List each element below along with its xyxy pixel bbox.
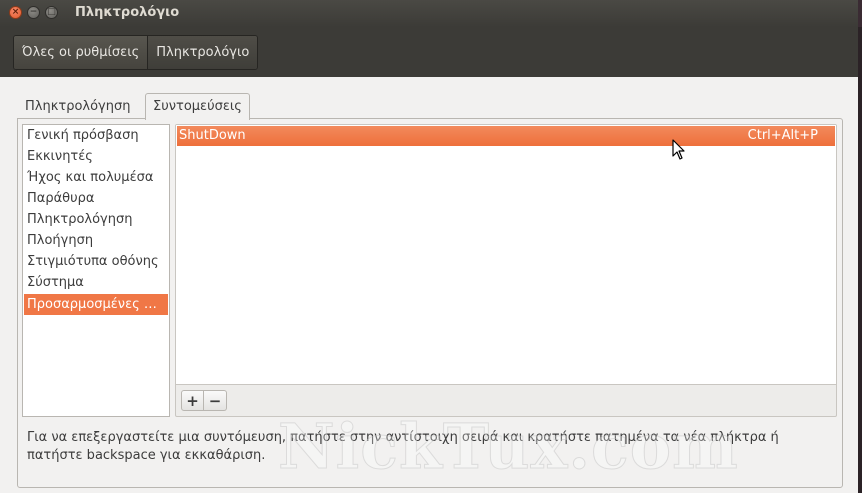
maximize-window-button[interactable]: □ [45,6,58,19]
settings-window: × − □ Πληκτρολόγιο Όλες οι ρυθμίσεις Πλη… [0,0,858,493]
title-bar: × − □ Πληκτρολόγιο [0,0,858,27]
category-item[interactable]: Σύστημα [23,272,169,293]
toolbar: Όλες οι ρυθμίσεις Πληκτρολόγιο [0,27,858,77]
shortcut-list: ShutDown Ctrl+Alt+P [176,125,836,385]
tab-shortcuts[interactable]: Συντομεύσεις [145,93,250,120]
maximize-icon: □ [47,7,56,17]
desktop-edge [858,27,862,493]
close-icon: × [11,7,20,17]
minimize-window-button[interactable]: − [27,6,40,19]
plus-icon: + [186,392,199,410]
breadcrumb-keyboard[interactable]: Πληκτρολόγιο [147,36,258,69]
category-item[interactable]: Πλοήγηση [23,230,169,251]
breadcrumb: Όλες οι ρυθμίσεις Πληκτρολόγιο [13,35,259,70]
category-item[interactable]: Παράθυρα [23,188,169,209]
tab-typing[interactable]: Πληκτρολόγηση [18,96,137,118]
minus-icon: − [208,392,222,410]
window-title: Πληκτρολόγιο [75,5,180,20]
breadcrumb-all-settings[interactable]: Όλες οι ρυθμίσεις [14,36,148,69]
category-item-custom[interactable]: Προσαρμοσμένες … [24,294,168,315]
add-shortcut-button[interactable]: + [181,390,204,411]
help-text: Για να επεξεργαστείτε μια συντόμευση, πα… [27,430,779,463]
shortcut-row[interactable]: ShutDown Ctrl+Alt+P [177,126,835,146]
remove-shortcut-button[interactable]: − [204,390,227,411]
category-item[interactable]: Γενική πρόσβαση [23,125,169,146]
shortcut-accelerator[interactable]: Ctrl+Alt+P [748,126,818,146]
close-window-button[interactable]: × [9,6,22,19]
mouse-pointer-icon [672,139,685,160]
shortcut-name: ShutDown [179,128,246,143]
shortcuts-panel: ShutDown Ctrl+Alt+P + − [175,124,837,417]
category-item[interactable]: Ήχος και πολυμέσα [23,167,169,188]
category-item[interactable]: Εκκινητές [23,146,169,167]
category-item[interactable]: Στιγμιότυπα οθόνης [23,251,169,272]
minimize-icon: − [29,7,38,17]
category-item[interactable]: Πληκτρολόγηση [23,209,169,230]
category-list: Γενική πρόσβαση Εκκινητές Ήχος και πολυμ… [22,124,170,417]
